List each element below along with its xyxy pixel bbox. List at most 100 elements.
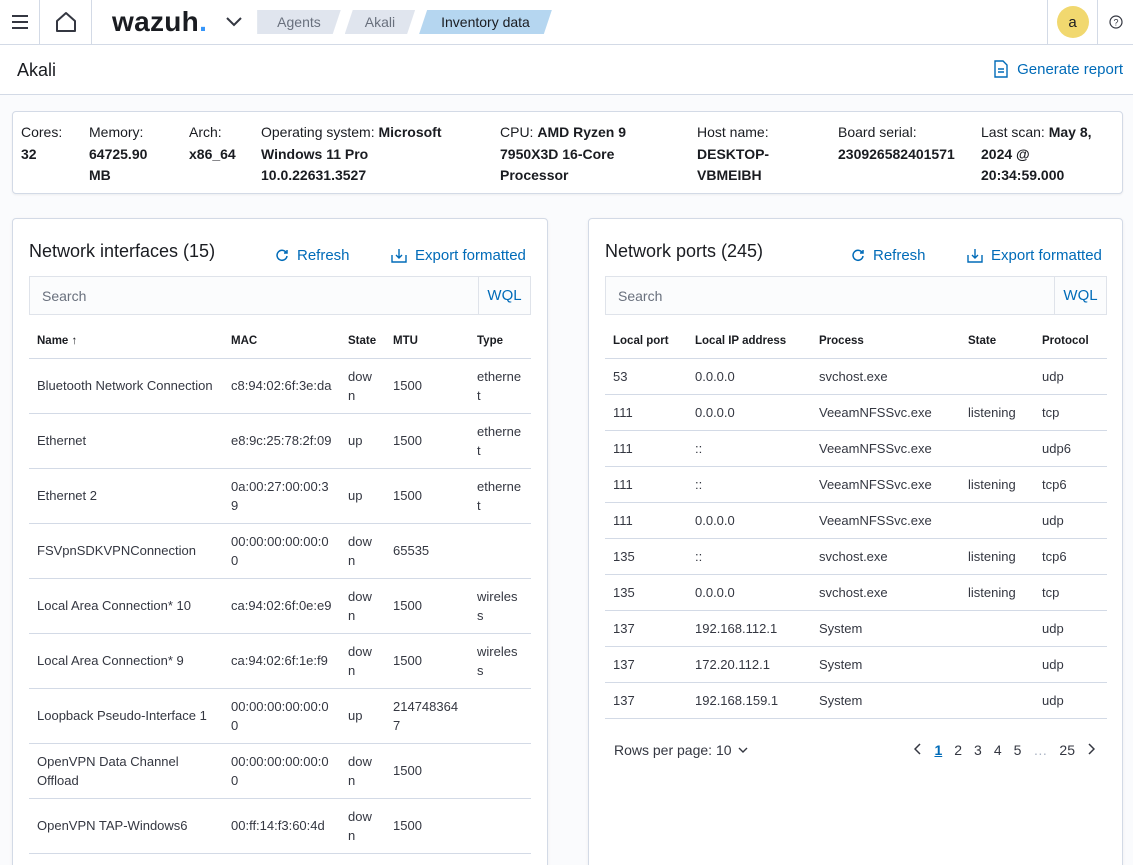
column-header-state[interactable]: State bbox=[340, 325, 385, 359]
cell-type bbox=[469, 798, 531, 854]
cell-name: Ethernet bbox=[29, 413, 223, 469]
generate-report-button[interactable]: Generate report bbox=[993, 60, 1123, 78]
table-row[interactable]: 135:: svchost.exe listening tcp6 bbox=[605, 538, 1107, 575]
column-header-type[interactable]: Type bbox=[469, 325, 531, 359]
table-row[interactable]: Bluetooth Network Connection c8:94:02:6f:… bbox=[29, 358, 531, 414]
home-icon[interactable] bbox=[40, 0, 92, 44]
page-button-4[interactable]: 4 bbox=[994, 742, 1002, 758]
chevron-left-icon[interactable] bbox=[914, 742, 922, 758]
column-header-local-port[interactable]: Local port bbox=[605, 325, 687, 359]
table-row[interactable]: 137 172.20.112.1 System udp bbox=[605, 646, 1107, 683]
network-interfaces-panel: Network interfaces (15) Refresh Export f… bbox=[12, 218, 548, 865]
cell-state: down bbox=[340, 633, 385, 689]
cell-type: ethernet bbox=[469, 468, 531, 524]
refresh-icon bbox=[276, 249, 288, 261]
table-row[interactable]: 137 192.168.159.1 System udp bbox=[605, 682, 1107, 719]
cell-name: Local Area Connection* 9 bbox=[29, 633, 223, 689]
chevron-down-icon[interactable] bbox=[225, 16, 243, 28]
breadcrumb-agents[interactable]: Agents bbox=[257, 10, 341, 34]
page-button-25[interactable]: 25 bbox=[1059, 742, 1075, 758]
table-row[interactable]: Ethernet 2 0a:00:27:00:00:39 up 1500 etherne… bbox=[29, 468, 531, 524]
column-header-process[interactable]: Process bbox=[811, 325, 960, 359]
cell-local-port: 137 bbox=[605, 610, 687, 647]
column-header-local-ip[interactable]: Local IP address bbox=[687, 325, 811, 359]
menu-icon[interactable] bbox=[0, 0, 40, 44]
export-icon bbox=[391, 249, 407, 263]
column-header-mac[interactable]: MAC bbox=[223, 325, 340, 359]
page-button-5[interactable]: 5 bbox=[1014, 742, 1022, 758]
column-header-mtu[interactable]: MTU bbox=[385, 325, 469, 359]
cell-protocol: tcp6 bbox=[1034, 538, 1107, 575]
table-row[interactable]: 111 0.0.0.0 VeeamNFSSvc.exe listening tcp bbox=[605, 394, 1107, 431]
cell-protocol: udp6 bbox=[1034, 430, 1107, 467]
cell-local-port: 135 bbox=[605, 574, 687, 611]
network-ports-panel: Network ports (245) Refresh Export forma… bbox=[588, 218, 1123, 865]
cell-protocol: udp bbox=[1034, 502, 1107, 539]
cell-type: ethernet bbox=[469, 413, 531, 469]
page-button-2[interactable]: 2 bbox=[954, 742, 962, 758]
table-row[interactable]: Local Area Connection* 10 ca:94:02:6f:0e:… bbox=[29, 578, 531, 634]
cell-name: OpenVPN TAP-Windows6 bbox=[29, 798, 223, 854]
ports-table: Local port Local IP address Process Stat… bbox=[605, 325, 1107, 719]
table-row[interactable]: 135 0.0.0.0 svchost.exe listening tcp bbox=[605, 574, 1107, 611]
cell-mtu: 1500 bbox=[385, 413, 469, 469]
cell-mac: 00:00:00:00:00:00 bbox=[223, 688, 340, 744]
export-formatted-button[interactable]: Export formatted bbox=[391, 247, 526, 264]
table-row[interactable]: 137 192.168.112.1 System udp bbox=[605, 610, 1107, 647]
cell-state: up bbox=[340, 413, 385, 469]
os-info: Operating system: Microsoft Windows 11 Pr… bbox=[261, 124, 442, 183]
wazuh-logo[interactable]: wazuh. bbox=[112, 6, 207, 38]
cell-process: System bbox=[811, 610, 960, 647]
search-bar: Search WQL bbox=[29, 276, 531, 315]
export-formatted-button[interactable]: Export formatted bbox=[967, 247, 1102, 264]
avatar[interactable]: a bbox=[1056, 6, 1089, 38]
cell-mac: ca:94:02:6f:1e:f9 bbox=[223, 633, 340, 689]
rows-per-page-select[interactable]: Rows per page: 10 bbox=[614, 742, 748, 758]
cell-name: Ethernet 2 bbox=[29, 468, 223, 524]
table-row[interactable]: 111:: VeeamNFSSvc.exe udp6 bbox=[605, 430, 1107, 467]
interfaces-table: Name ↑ MAC State MTU Type Bluetooth Netw… bbox=[29, 325, 531, 854]
table-row[interactable]: 111 0.0.0.0 VeeamNFSSvc.exe udp bbox=[605, 502, 1107, 539]
table-row[interactable]: Loopback Pseudo-Interface 1 00:00:00:00:0… bbox=[29, 688, 531, 744]
table-row[interactable]: OpenVPN Data Channel Offload 00:00:00:00:… bbox=[29, 743, 531, 799]
table-row[interactable]: OpenVPN TAP-Windows6 00:ff:14:f3:60:4d dow… bbox=[29, 798, 531, 854]
breadcrumb-agent[interactable]: Akali bbox=[345, 10, 415, 34]
help-icon[interactable]: ? bbox=[1097, 0, 1133, 44]
cell-process: System bbox=[811, 646, 960, 683]
cell-local-ip: :: bbox=[687, 430, 811, 467]
search-input[interactable]: Search bbox=[606, 277, 1054, 314]
table-row[interactable]: 53 0.0.0.0 svchost.exe udp bbox=[605, 358, 1107, 395]
generate-report-label: Generate report bbox=[1017, 60, 1123, 78]
table-row[interactable]: Ethernet e8:9c:25:78:2f:09 up 1500 ethernet bbox=[29, 413, 531, 469]
cell-process: svchost.exe bbox=[811, 358, 960, 395]
hostname-info: Host name: DESKTOP- VBMEIBH bbox=[697, 124, 770, 183]
cell-local-ip: 0.0.0.0 bbox=[687, 574, 811, 611]
cell-protocol: tcp bbox=[1034, 394, 1107, 431]
refresh-button[interactable]: Refresh bbox=[851, 247, 926, 264]
cell-mtu: 65535 bbox=[385, 523, 469, 579]
table-row[interactable]: 111:: VeeamNFSSvc.exe listening tcp6 bbox=[605, 466, 1107, 503]
table-row[interactable]: Local Area Connection* 9 ca:94:02:6f:1e:f… bbox=[29, 633, 531, 689]
page-button-3[interactable]: 3 bbox=[974, 742, 982, 758]
cell-name: Bluetooth Network Connection bbox=[29, 358, 223, 414]
cell-type bbox=[469, 743, 531, 799]
cell-type: wireless bbox=[469, 633, 531, 689]
page-list: 1 2 3 4 5 … 25 bbox=[908, 742, 1101, 758]
wql-toggle[interactable]: WQL bbox=[478, 277, 530, 314]
cell-process: svchost.exe bbox=[811, 574, 960, 611]
page-button-1[interactable]: 1 bbox=[934, 742, 942, 758]
column-header-name[interactable]: Name ↑ bbox=[29, 325, 223, 359]
cell-protocol: udp bbox=[1034, 682, 1107, 719]
column-header-protocol[interactable]: Protocol bbox=[1034, 325, 1107, 359]
chevron-right-icon[interactable] bbox=[1087, 742, 1096, 758]
page-ellipsis: … bbox=[1033, 742, 1048, 758]
table-row[interactable]: FSVpnSDKVPNConnection 00:00:00:00:00:00 do… bbox=[29, 523, 531, 579]
refresh-button[interactable]: Refresh bbox=[275, 247, 350, 264]
cell-local-port: 137 bbox=[605, 646, 687, 683]
cell-mac: 0a:00:27:00:00:39 bbox=[223, 468, 340, 524]
cell-local-ip: 0.0.0.0 bbox=[687, 502, 811, 539]
search-input[interactable]: Search bbox=[30, 277, 478, 314]
export-label: Export formatted bbox=[415, 247, 526, 264]
column-header-state[interactable]: State bbox=[960, 325, 1034, 359]
wql-toggle[interactable]: WQL bbox=[1054, 277, 1106, 314]
